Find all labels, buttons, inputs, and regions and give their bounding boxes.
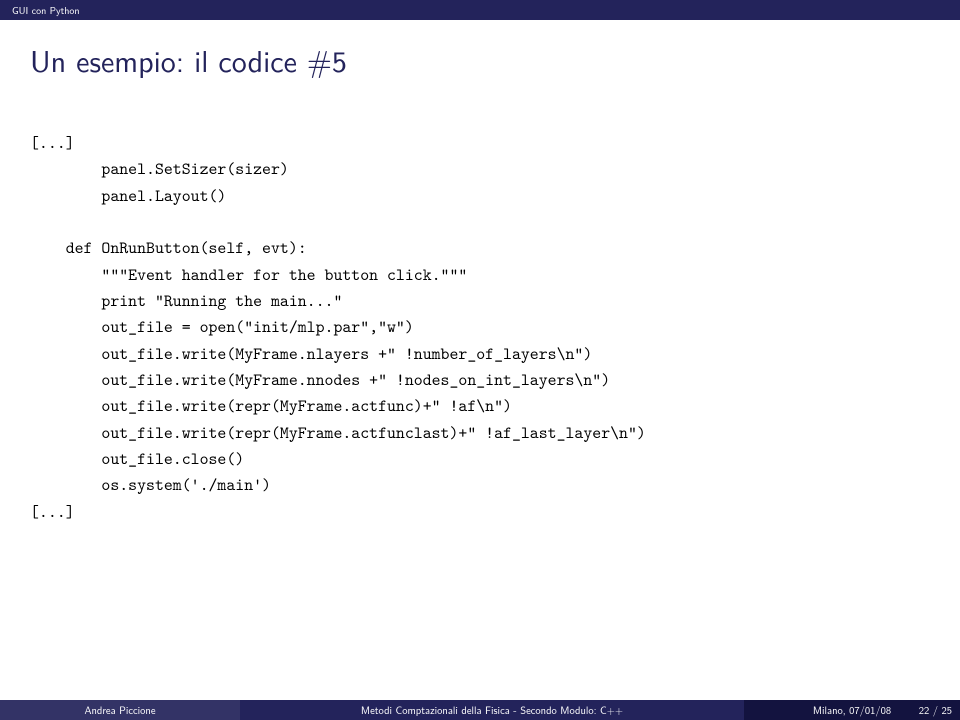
code-block: [...] panel.SetSizer(sizer) panel.Layout… bbox=[30, 130, 930, 525]
footer-right: Milano, 07/01/08 22 / 25 bbox=[744, 700, 960, 720]
slide-body: Un esempio: il codice #5 [...] panel.Set… bbox=[0, 20, 960, 700]
footer: Andrea Piccione Metodi Comptazionali del… bbox=[0, 700, 960, 720]
footer-pagenum: 22 / 25 bbox=[919, 703, 952, 718]
section-label: GUI con Python bbox=[6, 1, 86, 20]
footer-course: Metodi Comptazionali della Fisica - Seco… bbox=[240, 700, 744, 720]
top-navbar: GUI con Python bbox=[0, 0, 960, 20]
slide-title: Un esempio: il codice #5 bbox=[30, 38, 930, 82]
footer-date: Milano, 07/01/08 bbox=[813, 703, 891, 718]
footer-author: Andrea Piccione bbox=[0, 700, 240, 720]
